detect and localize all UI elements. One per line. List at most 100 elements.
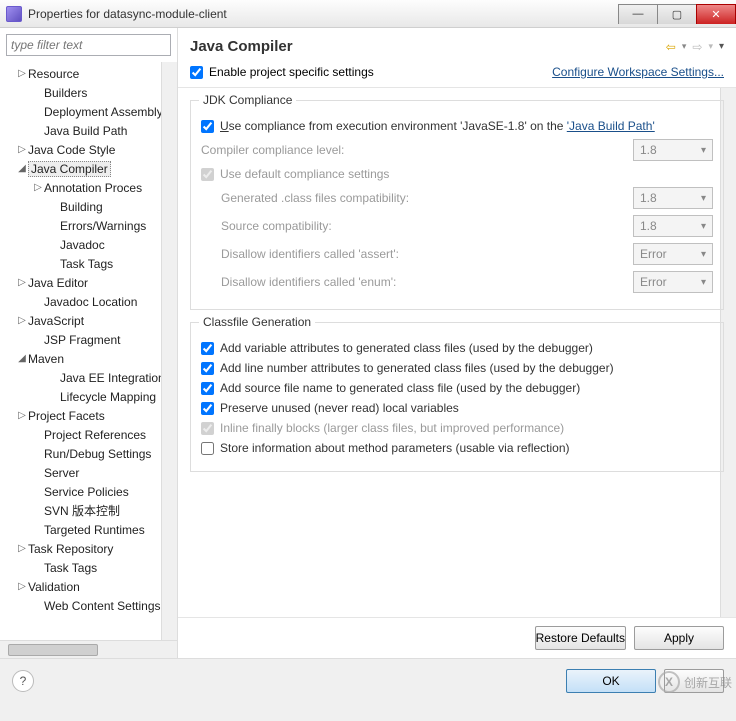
java-build-path-link[interactable]: 'Java Build Path': [567, 119, 655, 133]
tree-item-label: Task Tags: [60, 257, 113, 271]
view-menu-icon[interactable]: ▾: [719, 41, 724, 52]
disallow-assert-label: Disallow identifiers called 'assert':: [221, 247, 399, 261]
use-execution-env-checkbox[interactable]: [201, 120, 214, 133]
tree-twisty-icon[interactable]: ▷: [16, 315, 28, 326]
forward-icon[interactable]: ⇨: [692, 40, 702, 54]
tree-item-run-debug-settings[interactable]: Run/Debug Settings: [0, 444, 177, 463]
nav-icons: ⇦ ▾ ⇨ ▾ ▾: [666, 40, 724, 54]
tree-item-javadoc-location[interactable]: Javadoc Location: [0, 292, 177, 311]
tree-twisty-icon[interactable]: ◢: [16, 163, 28, 174]
compliance-level-label: Compiler compliance level:: [201, 143, 344, 157]
configure-workspace-link[interactable]: Configure Workspace Settings...: [552, 65, 724, 79]
tree-item-label: Server: [44, 466, 79, 480]
tree-item-lifecycle-mapping[interactable]: Lifecycle Mapping: [0, 387, 177, 406]
add-line-number-label: Add line number attributes to generated …: [220, 361, 614, 375]
tree-item-deployment-assembly[interactable]: Deployment Assembly: [0, 102, 177, 121]
tree-twisty-icon[interactable]: ▷: [16, 543, 28, 554]
tree-item-service-policies[interactable]: Service Policies: [0, 482, 177, 501]
preserve-unused-checkbox[interactable]: [201, 402, 214, 415]
tree-item-java-ee-integration[interactable]: Java EE Integration: [0, 368, 177, 387]
classfile-group-title: Classfile Generation: [199, 315, 315, 329]
tree-item-svn-[interactable]: SVN 版本控制: [0, 501, 177, 520]
source-compat-combo[interactable]: 1.8: [633, 215, 713, 237]
apply-button[interactable]: Apply: [634, 626, 724, 650]
window-buttons: — ▢ ✕: [618, 4, 736, 24]
tree-item-project-facets[interactable]: ▷Project Facets: [0, 406, 177, 425]
disallow-enum-combo[interactable]: Error: [633, 271, 713, 293]
tree-item-task-tags[interactable]: Task Tags: [0, 254, 177, 273]
close-button[interactable]: ✕: [696, 4, 736, 24]
disallow-assert-combo[interactable]: Error: [633, 243, 713, 265]
tree-item-jsp-fragment[interactable]: JSP Fragment: [0, 330, 177, 349]
main-panel: Java Compiler ⇦▾ ⇨▾ ▾ Enable project spe…: [178, 28, 736, 658]
tree-item-annotation-proces[interactable]: ▷Annotation Proces: [0, 178, 177, 197]
ok-button[interactable]: OK: [566, 669, 656, 693]
tree-item-targeted-runtimes[interactable]: Targeted Runtimes: [0, 520, 177, 539]
tree-item-label: Javadoc: [60, 238, 105, 252]
store-method-params-checkbox[interactable]: [201, 442, 214, 455]
maximize-button[interactable]: ▢: [657, 4, 697, 24]
source-compat-label: Source compatibility:: [221, 219, 332, 233]
tree-item-label: Java Editor: [28, 276, 88, 290]
add-line-number-checkbox[interactable]: [201, 362, 214, 375]
forward-menu-icon[interactable]: ▾: [708, 41, 713, 52]
filter-input[interactable]: [6, 34, 171, 56]
tree-item-maven[interactable]: ◢Maven: [0, 349, 177, 368]
enable-row: Enable project specific settings Configu…: [178, 61, 736, 88]
jdk-compliance-group: JDK Compliance Use compliance from execu…: [190, 100, 724, 310]
add-variable-attrs-checkbox[interactable]: [201, 342, 214, 355]
tree-item-label: Lifecycle Mapping: [60, 390, 156, 404]
tree-item-label: Java Code Style: [28, 143, 115, 157]
tree-item-label: Task Repository: [28, 542, 113, 556]
back-icon[interactable]: ⇦: [666, 40, 676, 54]
tree-twisty-icon[interactable]: ◢: [16, 353, 28, 364]
tree-twisty-icon[interactable]: ▷: [16, 68, 28, 79]
tree-twisty-icon[interactable]: ▷: [32, 182, 44, 193]
add-source-filename-label: Add source file name to generated class …: [220, 381, 580, 395]
tree-item-java-build-path[interactable]: Java Build Path: [0, 121, 177, 140]
tree-item-label: Maven: [28, 352, 64, 366]
tree-item-validation[interactable]: ▷Validation: [0, 577, 177, 596]
tree-item-building[interactable]: Building: [0, 197, 177, 216]
tree-item-java-editor[interactable]: ▷Java Editor: [0, 273, 177, 292]
generated-class-compat-combo[interactable]: 1.8: [633, 187, 713, 209]
tree-item-javadoc[interactable]: Javadoc: [0, 235, 177, 254]
tree-item-label: Validation: [28, 580, 80, 594]
tree-twisty-icon[interactable]: ▷: [16, 144, 28, 155]
tree-twisty-icon[interactable]: ▷: [16, 581, 28, 592]
back-menu-icon[interactable]: ▾: [682, 41, 687, 52]
tree-item-label: Java EE Integration: [60, 371, 165, 385]
tree-item-project-references[interactable]: Project References: [0, 425, 177, 444]
tree-item-server[interactable]: Server: [0, 463, 177, 482]
titlebar: Properties for datasync-module-client — …: [0, 0, 736, 28]
tree-item-javascript[interactable]: ▷JavaScript: [0, 311, 177, 330]
minimize-button[interactable]: —: [618, 4, 658, 24]
tree-item-label: Java Build Path: [44, 124, 127, 138]
tree-item-web-content-settings[interactable]: Web Content Settings: [0, 596, 177, 615]
tree-twisty-icon[interactable]: ▷: [16, 410, 28, 421]
nav-tree[interactable]: ▷ResourceBuildersDeployment AssemblyJava…: [0, 62, 177, 640]
classfile-generation-group: Classfile Generation Add variable attrib…: [190, 322, 724, 472]
tree-item-label: Resource: [28, 67, 79, 81]
tree-item-builders[interactable]: Builders: [0, 83, 177, 102]
enable-project-specific-checkbox[interactable]: [190, 66, 203, 79]
tree-item-label: Web Content Settings: [44, 599, 161, 613]
tree-item-label: Deployment Assembly: [44, 105, 163, 119]
tree-twisty-icon[interactable]: ▷: [16, 277, 28, 288]
tree-item-label: JSP Fragment: [44, 333, 120, 347]
restore-defaults-button[interactable]: Restore Defaults: [535, 626, 626, 650]
sidebar: ▷ResourceBuildersDeployment AssemblyJava…: [0, 28, 178, 658]
tree-item-task-repository[interactable]: ▷Task Repository: [0, 539, 177, 558]
add-source-filename-checkbox[interactable]: [201, 382, 214, 395]
tree-scrollbar[interactable]: [161, 62, 177, 640]
tree-item-resource[interactable]: ▷Resource: [0, 64, 177, 83]
tree-h-scrollbar[interactable]: [0, 640, 177, 658]
help-button[interactable]: ?: [12, 670, 34, 692]
tree-item-task-tags[interactable]: Task Tags: [0, 558, 177, 577]
tree-item-errors-warnings[interactable]: Errors/Warnings: [0, 216, 177, 235]
use-default-compliance-checkbox: [201, 168, 214, 181]
tree-item-java-compiler[interactable]: ◢Java Compiler: [0, 159, 177, 178]
tree-item-java-code-style[interactable]: ▷Java Code Style: [0, 140, 177, 159]
compliance-level-combo[interactable]: 1.8: [633, 139, 713, 161]
use-execution-env-label: Use compliance from execution environmen…: [220, 119, 655, 133]
